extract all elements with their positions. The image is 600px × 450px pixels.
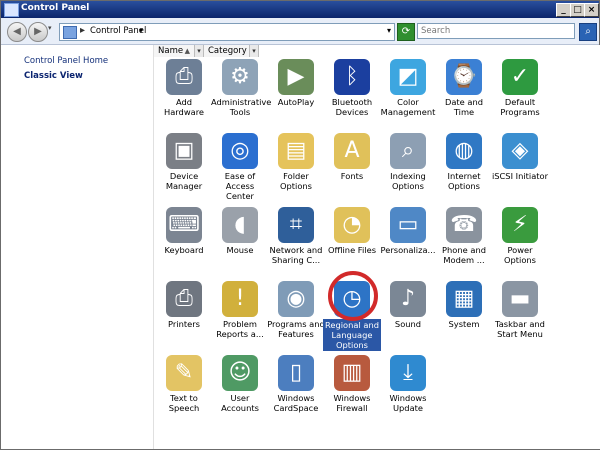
- selection-highlight-circle: [328, 271, 378, 321]
- item-color-management[interactable]: ◩ Color Management: [379, 59, 437, 117]
- internet-icon: ◍: [446, 133, 482, 169]
- item-internet-options[interactable]: ◍ Internet Options: [435, 133, 493, 191]
- phone-icon: ☎: [446, 207, 482, 243]
- admin-tools-icon: ⚙: [222, 59, 258, 95]
- fonts-icon: A: [334, 133, 370, 169]
- maximize-button[interactable]: □: [570, 3, 585, 17]
- recent-pages-dropdown[interactable]: ▾: [48, 24, 56, 36]
- item-default-programs[interactable]: ✓ Default Programs: [491, 59, 549, 117]
- column-name[interactable]: Name ▲: [154, 45, 195, 57]
- sidebar-item-control-panel-home[interactable]: Control Panel Home: [24, 56, 108, 66]
- forward-button[interactable]: ▶: [28, 22, 48, 42]
- item-phone-and-modem[interactable]: ☎ Phone and Modem ...: [435, 207, 493, 265]
- update-icon: ⤓: [390, 355, 426, 391]
- control-panel-icon: [4, 3, 19, 17]
- item-bluetooth-devices[interactable]: ᛒ Bluetooth Devices: [323, 59, 381, 117]
- folder-icon: ▤: [278, 133, 314, 169]
- item-indexing-options[interactable]: ⌕ Indexing Options: [379, 133, 437, 191]
- keyboard-icon: ⌨: [166, 207, 202, 243]
- item-keyboard[interactable]: ⌨ Keyboard: [155, 207, 213, 255]
- back-button[interactable]: ◀: [7, 22, 27, 42]
- item-fonts[interactable]: A Fonts: [323, 133, 381, 181]
- item-autoplay[interactable]: ▶ AutoPlay: [267, 59, 325, 107]
- hardware-icon: ⎙: [166, 59, 202, 95]
- item-user-accounts[interactable]: ☺ User Accounts: [211, 355, 269, 413]
- item-offline-files[interactable]: ◔ Offline Files: [323, 207, 381, 255]
- default-programs-icon: ✓: [502, 59, 538, 95]
- search-button[interactable]: ⌕: [579, 23, 597, 41]
- column-headers: Name ▲ ▾ Category ▾: [154, 45, 600, 57]
- users-icon: ☺: [222, 355, 258, 391]
- item-device-manager[interactable]: ▣ Device Manager: [155, 133, 213, 191]
- refresh-button[interactable]: ⟳: [397, 23, 415, 41]
- breadcrumb-control-panel[interactable]: Control Panel: [90, 26, 146, 36]
- sort-ascending-icon: ▲: [184, 47, 190, 55]
- ease-icon: ◎: [222, 133, 258, 169]
- close-button[interactable]: ×: [584, 3, 599, 17]
- title-bar: Control Panel _ □ ×: [1, 1, 599, 18]
- item-printers[interactable]: ⎙ Printers: [155, 281, 213, 329]
- column-category[interactable]: Category: [204, 45, 250, 57]
- breadcrumb-dropdown-icon[interactable]: ▾: [139, 26, 143, 35]
- programs-icon: ◉: [278, 281, 314, 317]
- item-power-options[interactable]: ⚡ Power Options: [491, 207, 549, 265]
- cardspace-icon: ▯: [278, 355, 314, 391]
- item-system[interactable]: ▦ System: [435, 281, 493, 329]
- iscsi-icon: ◈: [502, 133, 538, 169]
- taskbar-icon: ▬: [502, 281, 538, 317]
- printer-icon: ⎙: [166, 281, 202, 317]
- mouse-icon: ◖: [222, 207, 258, 243]
- firewall-icon: ▥: [334, 355, 370, 391]
- address-bar[interactable]: ▸ Control Panel ▾ ▾: [59, 23, 395, 41]
- item-add-hardware[interactable]: ⎙ Add Hardware: [155, 59, 213, 117]
- bluetooth-icon: ᛒ: [334, 59, 370, 95]
- control-panel-address-icon: [63, 26, 77, 39]
- indexing-icon: ⌕: [390, 133, 426, 169]
- item-mouse[interactable]: ◖ Mouse: [211, 207, 269, 255]
- item-personalization[interactable]: ▭ Personaliza...: [379, 207, 437, 255]
- sidebar-item-classic-view[interactable]: Classic View: [24, 71, 83, 81]
- address-dropdown-icon[interactable]: ▾: [387, 26, 391, 35]
- breadcrumb-separator: ▸: [80, 25, 86, 36]
- category-column-dropdown[interactable]: ▾: [249, 45, 259, 57]
- control-panel-window: Control Panel _ □ × ◀ ▶ ▾ ▸ Control Pane…: [0, 0, 600, 450]
- sound-icon: ♪: [390, 281, 426, 317]
- item-windows-cardspace[interactable]: ▯ Windows CardSpace: [267, 355, 325, 413]
- item-ease-of-access-center[interactable]: ◎ Ease of Access Center: [211, 133, 269, 201]
- device-manager-icon: ▣: [166, 133, 202, 169]
- item-windows-update[interactable]: ⤓ Windows Update: [379, 355, 437, 413]
- problem-icon: !: [222, 281, 258, 317]
- item-programs-and-features[interactable]: ◉ Programs and Features: [267, 281, 325, 339]
- search-input[interactable]: Search: [417, 23, 575, 39]
- left-sidebar: Control Panel Home Classic View: [1, 45, 152, 449]
- item-text-to-speech[interactable]: ✎ Text to Speech: [155, 355, 213, 413]
- personalize-icon: ▭: [390, 207, 426, 243]
- power-icon: ⚡: [502, 207, 538, 243]
- network-icon: ⌗: [278, 207, 314, 243]
- offline-files-icon: ◔: [334, 207, 370, 243]
- speech-icon: ✎: [166, 355, 202, 391]
- item-iscsi-initiator[interactable]: ◈ iSCSI Initiator: [491, 133, 549, 181]
- calendar-icon: ⌚: [446, 59, 482, 95]
- window-title: Control Panel: [21, 3, 90, 13]
- item-administrative-tools[interactable]: ⚙ Administrative Tools: [211, 59, 271, 117]
- autoplay-icon: ▶: [278, 59, 314, 95]
- item-network-and-sharing-center[interactable]: ⌗ Network and Sharing C...: [267, 207, 325, 265]
- system-icon: ▦: [446, 281, 482, 317]
- item-folder-options[interactable]: ▤ Folder Options: [267, 133, 325, 191]
- control-panel-items: Name ▲ ▾ Category ▾ ⎙ Add Hardware ⚙ Adm…: [153, 45, 600, 449]
- item-taskbar-and-start-menu[interactable]: ▬ Taskbar and Start Menu: [491, 281, 549, 339]
- name-column-dropdown[interactable]: ▾: [194, 45, 204, 57]
- item-sound[interactable]: ♪ Sound: [379, 281, 437, 329]
- item-date-and-time[interactable]: ⌚ Date and Time: [435, 59, 493, 117]
- item-problem-reports[interactable]: ! Problem Reports a...: [211, 281, 269, 339]
- color-icon: ◩: [390, 59, 426, 95]
- item-windows-firewall[interactable]: ▥ Windows Firewall: [323, 355, 381, 413]
- item-grid: ⎙ Add Hardware ⚙ Administrative Tools ▶ …: [154, 59, 600, 449]
- minimize-button[interactable]: _: [556, 3, 571, 17]
- navigation-toolbar: ◀ ▶ ▾ ▸ Control Panel ▾ ▾ ⟳ Search ⌕: [1, 18, 599, 45]
